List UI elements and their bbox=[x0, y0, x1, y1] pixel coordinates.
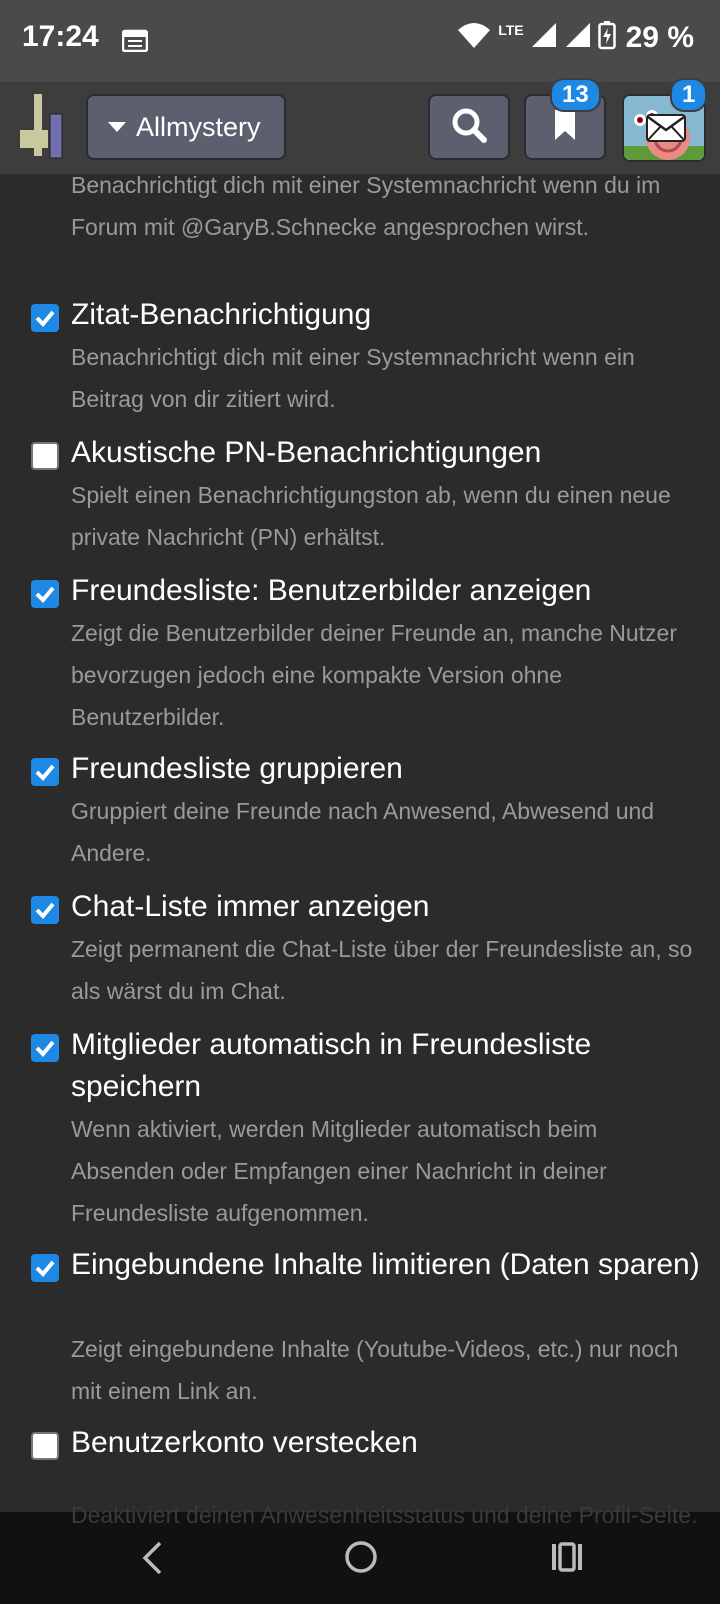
system-navigation-bar: Deaktiviert deinen Anwesenheitsstatus un… bbox=[0, 1502, 720, 1604]
checkmark-icon bbox=[35, 586, 55, 603]
forum-selector-label: Allmystery bbox=[136, 111, 261, 142]
setting-title: Freundesliste: Benutzerbilder anzeigen bbox=[71, 574, 592, 607]
message-count-badge: 1 bbox=[670, 78, 708, 112]
setting-title: Chat-Liste immer anzeigen bbox=[71, 890, 430, 923]
signal-icon bbox=[530, 21, 558, 54]
checkbox-checked[interactable] bbox=[31, 580, 59, 608]
status-bar: 17:24 LTE 29 % bbox=[0, 0, 720, 82]
setting-title: Akustische PN-Benachrichtigungen bbox=[71, 436, 542, 469]
recents-icon[interactable] bbox=[550, 1540, 584, 1579]
checkbox-checked[interactable] bbox=[31, 304, 59, 332]
setting-title: Freundesliste gruppieren bbox=[71, 752, 403, 785]
checkmark-icon bbox=[35, 764, 55, 781]
checkbox-checked[interactable] bbox=[31, 758, 59, 786]
search-icon bbox=[450, 106, 488, 149]
bookmark-count-badge: 13 bbox=[550, 78, 601, 112]
checkbox-checked[interactable] bbox=[31, 896, 59, 924]
setting-description: Benachrichtigt dich mit einer Systemnach… bbox=[71, 344, 635, 412]
signal-icon-2 bbox=[564, 21, 592, 54]
back-icon[interactable] bbox=[140, 1540, 164, 1581]
setting-description: Deaktiviert deinen Anwesenheitsstatus un… bbox=[71, 1502, 698, 1528]
status-time: 17:24 bbox=[22, 20, 99, 53]
search-button[interactable] bbox=[428, 94, 510, 160]
app-header: Allmystery 13 1 bbox=[0, 78, 720, 174]
setting-description: Wenn aktiviert, werden Mitglieder automa… bbox=[71, 1116, 607, 1226]
checkmark-icon bbox=[35, 1040, 55, 1057]
setting-description: Spielt einen Benachrichtigungston ab, we… bbox=[71, 482, 671, 550]
calendar-icon bbox=[121, 28, 149, 57]
battery-charging-icon bbox=[597, 20, 616, 55]
checkbox-unchecked[interactable] bbox=[31, 1432, 59, 1460]
setting-title: Eingebundene Inhalte limitieren (Daten s… bbox=[71, 1248, 700, 1281]
forum-selector-button[interactable]: Allmystery bbox=[86, 94, 286, 160]
checkbox-checked[interactable] bbox=[31, 1254, 59, 1282]
setting-description: Gruppiert deine Freunde nach Anwesend, A… bbox=[71, 798, 655, 866]
setting-title: Zitat-Benachrichtigung bbox=[71, 298, 372, 331]
setting-description: Zeigt permanent die Chat-Liste über der … bbox=[71, 936, 693, 1004]
mention-notification-description: Benachrichtigt dich mit einer Systemnach… bbox=[71, 174, 661, 240]
home-icon[interactable] bbox=[344, 1540, 378, 1579]
lte-label: LTE bbox=[498, 22, 524, 38]
checkbox-checked[interactable] bbox=[31, 1034, 59, 1062]
allmystery-logo[interactable] bbox=[20, 92, 66, 160]
wifi-icon bbox=[456, 20, 492, 55]
setting-title: Benutzerkonto verstecken bbox=[71, 1426, 418, 1459]
battery-percent: 29 % bbox=[625, 20, 694, 54]
setting-description: Zeigt die Benutzerbilder deiner Freunde … bbox=[71, 620, 678, 730]
setting-title: Mitglieder automatisch in Freundesliste … bbox=[71, 1028, 592, 1103]
setting-description: Zeigt eingebundene Inhalte (Youtube-Vide… bbox=[71, 1336, 679, 1404]
bookmark-icon bbox=[554, 109, 576, 146]
checkmark-icon bbox=[35, 1260, 55, 1277]
settings-list: Benachrichtigt dich mit einer Systemnach… bbox=[0, 174, 720, 1512]
checkmark-icon bbox=[35, 902, 55, 919]
checkbox-unchecked[interactable] bbox=[31, 442, 59, 470]
caret-down-icon bbox=[108, 122, 126, 132]
checkmark-icon bbox=[35, 310, 55, 327]
mail-icon bbox=[646, 114, 686, 147]
